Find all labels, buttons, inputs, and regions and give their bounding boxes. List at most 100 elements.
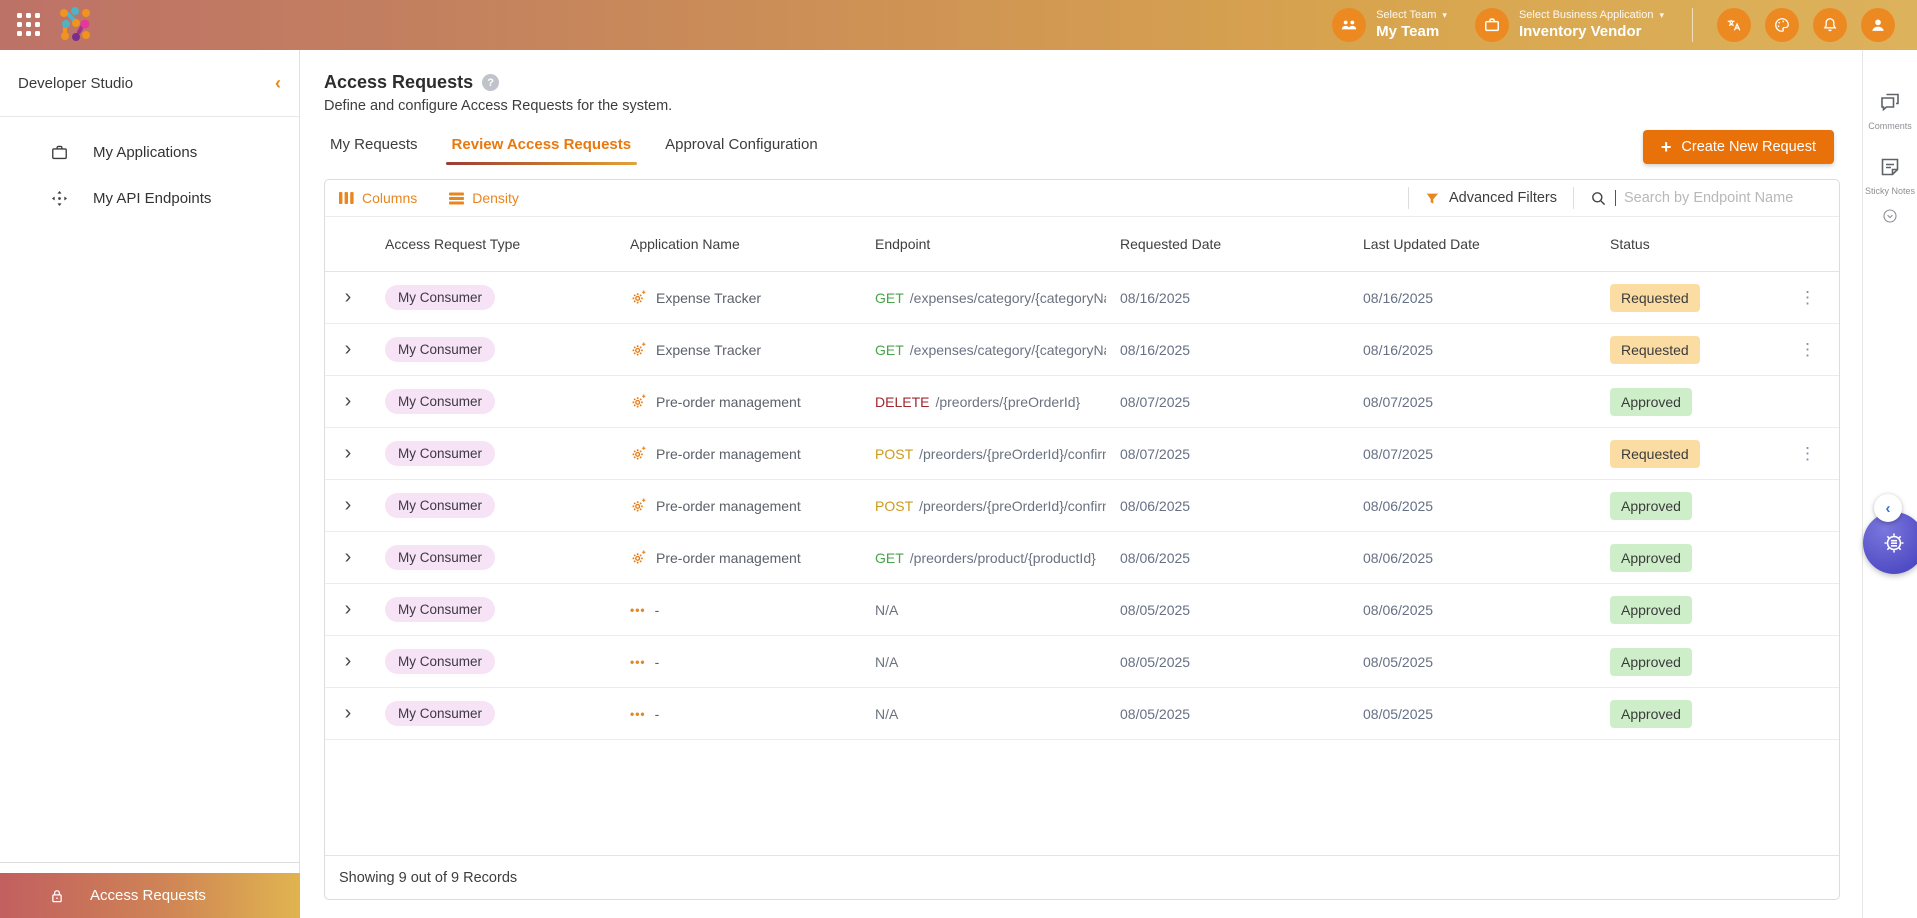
access-request-type-badge: My Consumer	[385, 441, 495, 466]
access-request-type-badge: My Consumer	[385, 493, 495, 518]
tab-my-requests[interactable]: My Requests	[330, 136, 418, 165]
access-request-type-badge: My Consumer	[385, 701, 495, 726]
header-actions: Select Team▾ My Team Select Business App…	[1332, 8, 1917, 42]
business-application-selector-label: Select Business Application	[1519, 9, 1654, 22]
expand-chevron-icon[interactable]: ›	[325, 286, 371, 309]
application-name: Expense Tracker	[656, 342, 761, 358]
toolbar-divider	[1408, 187, 1409, 209]
app-launcher-icon[interactable]	[17, 13, 41, 37]
last-updated-date: 08/16/2025	[1349, 342, 1596, 358]
table-body: › My Consumer Expense Tracker GET /expen…	[325, 272, 1839, 740]
help-icon[interactable]: ?	[482, 74, 499, 91]
expand-chevron-icon[interactable]: ›	[325, 598, 371, 621]
sidebar-item-label: My Applications	[93, 144, 197, 161]
search-input[interactable]	[1624, 190, 1819, 206]
comments-label: Comments	[1868, 121, 1912, 131]
business-application-selector-value: Inventory Vendor	[1519, 23, 1664, 41]
search-icon	[1590, 190, 1607, 207]
last-updated-date: 08/05/2025	[1349, 654, 1596, 670]
business-application-selector[interactable]: Select Business Application▾ Inventory V…	[1475, 8, 1664, 42]
row-menu-kebab-icon[interactable]: ⋮	[1793, 340, 1822, 360]
row-menu-kebab-icon[interactable]: ⋮	[1793, 444, 1822, 464]
expand-chevron-icon[interactable]: ›	[325, 390, 371, 413]
last-updated-date: 08/07/2025	[1349, 394, 1596, 410]
no-application-icon: •••	[630, 603, 646, 617]
access-request-type-badge: My Consumer	[385, 389, 495, 414]
table-row[interactable]: › My Consumer Expense Tracker GET /expen…	[325, 272, 1839, 324]
table-row[interactable]: › My Consumer Expense Tracker GET /expen…	[325, 324, 1839, 376]
sidebar-item-my-api-endpoints[interactable]: My API Endpoints	[0, 175, 299, 221]
sidebar-item-my-applications[interactable]: My Applications	[0, 129, 299, 175]
application-name: -	[655, 602, 660, 618]
table-row[interactable]: › My Consumer Pre-order management POST …	[325, 480, 1839, 532]
status-badge: Approved	[1610, 700, 1692, 728]
application-name: -	[655, 706, 660, 722]
table-row[interactable]: › My Consumer Pre-order management DELET…	[325, 376, 1839, 428]
table-row[interactable]: › My Consumer ••• - N/A 08/05/2025 08/06…	[325, 584, 1839, 636]
density-button[interactable]: Density	[449, 190, 519, 206]
access-request-type-badge: My Consumer	[385, 597, 495, 622]
header-divider	[1692, 8, 1693, 42]
status-badge: Requested	[1610, 440, 1700, 468]
table-row[interactable]: › My Consumer Pre-order management GET /…	[325, 532, 1839, 584]
expand-chevron-icon[interactable]: ›	[325, 546, 371, 569]
rail-chevron-down-icon[interactable]	[1882, 208, 1898, 229]
column-header: Access Request Type	[371, 236, 616, 252]
columns-button[interactable]: Columns	[339, 190, 417, 206]
expand-chevron-icon[interactable]: ›	[325, 442, 371, 465]
status-badge: Approved	[1610, 596, 1692, 624]
notifications-button[interactable]	[1813, 8, 1847, 42]
row-menu-kebab-icon[interactable]: ⋮	[1793, 288, 1822, 308]
main-content: Access Requests ? Define and configure A…	[300, 50, 1862, 918]
table-row[interactable]: › My Consumer Pre-order management POST …	[325, 428, 1839, 480]
columns-label: Columns	[362, 190, 417, 206]
endpoint-path: N/A	[875, 654, 898, 670]
table-toolbar: Columns Density A	[325, 180, 1839, 217]
briefcase-icon	[50, 143, 69, 162]
last-updated-date: 08/06/2025	[1349, 602, 1596, 618]
sidebar-item-label: My API Endpoints	[93, 190, 211, 207]
tab-review-access-requests[interactable]: Review Access Requests	[452, 136, 632, 165]
density-icon	[449, 192, 464, 205]
tab-approval-configuration[interactable]: Approval Configuration	[665, 136, 818, 165]
team-icon	[1332, 8, 1366, 42]
toolbar-divider	[1573, 187, 1574, 209]
language-button[interactable]	[1717, 8, 1751, 42]
application-gear-icon	[630, 289, 647, 306]
sticky-notes-icon	[1878, 155, 1902, 179]
create-new-request-button[interactable]: + Create New Request	[1643, 130, 1834, 164]
endpoint-path: N/A	[875, 706, 898, 722]
tabs: My Requests Review Access Requests Appro…	[300, 114, 1862, 165]
endpoint-path: /expenses/category/{categoryNan	[910, 342, 1106, 358]
team-selector-label: Select Team	[1376, 9, 1436, 22]
requested-date: 08/16/2025	[1106, 342, 1349, 358]
last-updated-date: 08/05/2025	[1349, 706, 1596, 722]
last-updated-date: 08/06/2025	[1349, 550, 1596, 566]
briefcase-icon	[1475, 8, 1509, 42]
filter-funnel-icon	[1425, 191, 1440, 206]
status-badge: Requested	[1610, 336, 1700, 364]
expand-chevron-icon[interactable]: ›	[325, 338, 371, 361]
sticky-notes-label: Sticky Notes	[1865, 186, 1915, 196]
http-method: POST	[875, 498, 913, 514]
expand-chevron-icon[interactable]: ›	[325, 702, 371, 725]
expand-chevron-icon[interactable]: ›	[325, 494, 371, 517]
sidebar-collapse-icon[interactable]: ‹	[275, 73, 281, 94]
sidebar-item-access-requests[interactable]: Access Requests	[0, 873, 300, 918]
requested-date: 08/07/2025	[1106, 394, 1349, 410]
column-header: Application Name	[616, 236, 861, 252]
http-method: GET	[875, 290, 904, 306]
advanced-filters-button[interactable]: Advanced Filters	[1425, 190, 1557, 206]
team-selector[interactable]: Select Team▾ My Team	[1332, 8, 1447, 42]
table-row[interactable]: › My Consumer ••• - N/A 08/05/2025 08/05…	[325, 636, 1839, 688]
assistant-collapse-chevron[interactable]: ‹	[1874, 494, 1902, 522]
page-title: Access Requests	[324, 72, 473, 93]
profile-button[interactable]	[1861, 8, 1895, 42]
expand-chevron-icon[interactable]: ›	[325, 650, 371, 673]
theme-button[interactable]	[1765, 8, 1799, 42]
comments-button[interactable]: Comments	[1868, 90, 1912, 131]
sticky-notes-button[interactable]: Sticky Notes	[1865, 155, 1915, 196]
table-row[interactable]: › My Consumer ••• - N/A 08/05/2025 08/05…	[325, 688, 1839, 740]
sidebar-title: Developer Studio	[18, 75, 133, 92]
table-header: Access Request Type Application Name End…	[325, 217, 1839, 272]
